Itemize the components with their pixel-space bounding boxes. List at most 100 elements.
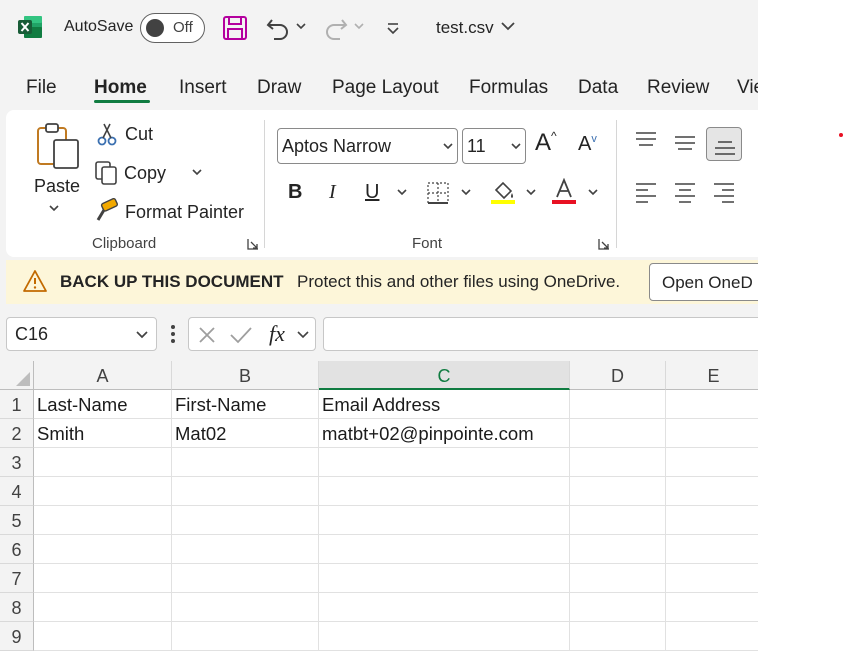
undo-icon[interactable]: [264, 14, 292, 42]
borders-icon[interactable]: [426, 181, 450, 205]
font-name-select[interactable]: Aptos Narrow: [277, 128, 458, 164]
chevron-down-icon[interactable]: [500, 21, 516, 31]
table-cell[interactable]: [570, 593, 666, 622]
table-cell[interactable]: [172, 564, 319, 593]
italic-button[interactable]: I: [329, 181, 336, 204]
tab-review[interactable]: Review: [647, 77, 709, 99]
cancel-icon[interactable]: [197, 325, 217, 345]
cell-a2[interactable]: Smith: [34, 419, 172, 448]
tab-file[interactable]: File: [26, 77, 57, 99]
cut-label[interactable]: Cut: [125, 124, 153, 145]
increase-font-size-button[interactable]: A^: [535, 129, 557, 157]
format-painter-icon[interactable]: [94, 198, 120, 224]
clipboard-launcher-icon[interactable]: [247, 238, 259, 250]
align-middle-icon[interactable]: [673, 134, 697, 154]
table-cell[interactable]: [34, 477, 172, 506]
table-cell[interactable]: [666, 506, 758, 535]
row-header[interactable]: 5: [0, 506, 34, 535]
table-cell[interactable]: [34, 622, 172, 651]
table-cell[interactable]: [666, 477, 758, 506]
table-cell[interactable]: [570, 564, 666, 593]
paste-icon[interactable]: [34, 122, 82, 172]
row-header[interactable]: 8: [0, 593, 34, 622]
cell-c1[interactable]: Email Address: [319, 390, 570, 419]
table-cell[interactable]: [666, 535, 758, 564]
cell-e1[interactable]: [666, 390, 758, 419]
table-cell[interactable]: [666, 593, 758, 622]
font-color-icon[interactable]: [550, 178, 578, 206]
save-icon[interactable]: [222, 15, 248, 41]
more-options-icon[interactable]: [170, 323, 176, 345]
table-cell[interactable]: [319, 477, 570, 506]
undo-dropdown-icon[interactable]: [296, 22, 306, 30]
row-header[interactable]: 2: [0, 419, 34, 448]
tab-home[interactable]: Home: [94, 77, 147, 99]
cell-d1[interactable]: [570, 390, 666, 419]
table-cell[interactable]: [34, 506, 172, 535]
cell-c2[interactable]: matbt+02@pinpointe.com: [319, 419, 570, 448]
formula-input[interactable]: [323, 317, 758, 351]
row-header[interactable]: 6: [0, 535, 34, 564]
enter-check-icon[interactable]: [229, 325, 253, 345]
table-cell[interactable]: [172, 535, 319, 564]
cell-b1[interactable]: First-Name: [172, 390, 319, 419]
tab-page-layout[interactable]: Page Layout: [332, 77, 439, 99]
table-cell[interactable]: [172, 448, 319, 477]
table-cell[interactable]: [34, 564, 172, 593]
cell-d2[interactable]: [570, 419, 666, 448]
table-cell[interactable]: [319, 593, 570, 622]
format-painter-label[interactable]: Format Painter: [125, 202, 244, 223]
underline-button[interactable]: U: [365, 181, 379, 204]
copy-label[interactable]: Copy: [124, 163, 166, 184]
copy-dropdown-icon[interactable]: [191, 168, 203, 176]
table-cell[interactable]: [570, 622, 666, 651]
decrease-font-size-button[interactable]: Av: [578, 133, 597, 156]
insert-function-icon[interactable]: fx: [269, 321, 285, 347]
font-launcher-icon[interactable]: [598, 238, 610, 250]
tab-view[interactable]: Vie: [737, 77, 758, 99]
align-top-icon[interactable]: [634, 131, 658, 151]
borders-dropdown-icon[interactable]: [460, 188, 472, 196]
table-cell[interactable]: [666, 564, 758, 593]
scissors-icon[interactable]: [96, 122, 118, 146]
table-cell[interactable]: [319, 506, 570, 535]
cell-b2[interactable]: Mat02: [172, 419, 319, 448]
chevron-down-icon[interactable]: [296, 330, 310, 339]
table-cell[interactable]: [172, 477, 319, 506]
autosave-toggle[interactable]: Off: [140, 13, 205, 43]
table-cell[interactable]: [666, 622, 758, 651]
table-cell[interactable]: [319, 535, 570, 564]
table-cell[interactable]: [172, 593, 319, 622]
tab-insert[interactable]: Insert: [179, 77, 227, 99]
paste-dropdown-icon[interactable]: [48, 204, 60, 212]
font-size-select[interactable]: 11: [462, 128, 526, 164]
tab-data[interactable]: Data: [578, 77, 618, 99]
table-cell[interactable]: [666, 448, 758, 477]
cell-a1[interactable]: Last-Name: [34, 390, 172, 419]
select-all-corner[interactable]: [0, 361, 34, 390]
column-header-b[interactable]: B: [172, 361, 319, 390]
row-header[interactable]: 9: [0, 622, 34, 651]
bold-button[interactable]: B: [288, 181, 302, 204]
row-header[interactable]: 4: [0, 477, 34, 506]
table-cell[interactable]: [34, 535, 172, 564]
cell-e2[interactable]: [666, 419, 758, 448]
table-cell[interactable]: [319, 564, 570, 593]
chevron-down-icon[interactable]: [135, 330, 149, 339]
table-cell[interactable]: [172, 622, 319, 651]
table-cell[interactable]: [570, 535, 666, 564]
name-box[interactable]: C16: [6, 317, 157, 351]
table-cell[interactable]: [319, 622, 570, 651]
table-cell[interactable]: [570, 448, 666, 477]
column-header-c[interactable]: C: [319, 361, 570, 390]
table-cell[interactable]: [570, 506, 666, 535]
redo-icon[interactable]: [322, 14, 350, 42]
row-header[interactable]: 7: [0, 564, 34, 593]
tab-draw[interactable]: Draw: [257, 77, 301, 99]
customize-toolbar-icon[interactable]: [385, 20, 401, 36]
align-center-icon[interactable]: [673, 182, 697, 204]
column-header-e[interactable]: E: [666, 361, 758, 390]
column-header-a[interactable]: A: [34, 361, 172, 390]
row-header[interactable]: 1: [0, 390, 34, 419]
fill-color-dropdown-icon[interactable]: [525, 188, 537, 196]
